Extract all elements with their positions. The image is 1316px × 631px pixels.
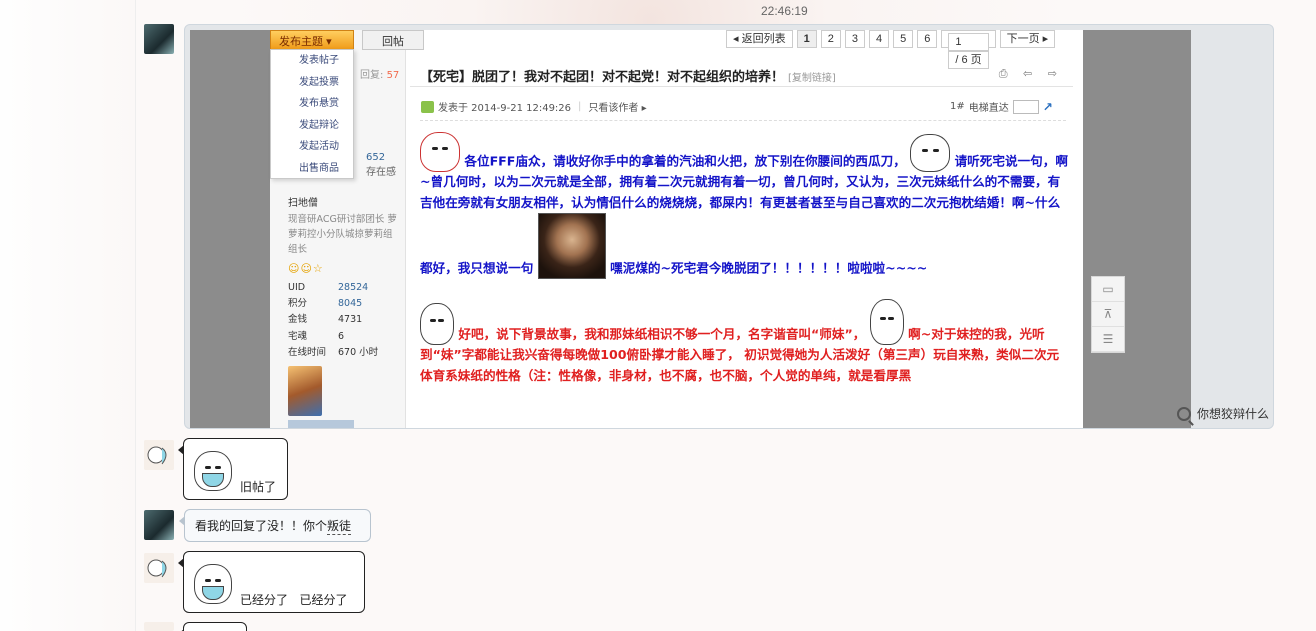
- meme-face-icon: [420, 303, 454, 345]
- message-text: 看我的回复了没！！你个: [195, 519, 328, 533]
- chat-bubble[interactable]: 已经分了 已经分了: [178, 551, 365, 613]
- message-text: 已经分了 已经分了: [240, 593, 348, 607]
- user-info-list: UID 28524 积分 8045 金钱 4731 宅魂 6 在线时间 670 小时: [288, 280, 378, 361]
- list-icon[interactable]: ☰: [1092, 327, 1124, 352]
- chat-bubble[interactable]: [178, 622, 247, 631]
- back-to-list-link[interactable]: ◂ 返回列表: [726, 30, 793, 48]
- user-avatar-image[interactable]: [288, 366, 322, 416]
- chat-bubble[interactable]: 旧帖了: [178, 438, 288, 500]
- user-info-row: UID 28524: [288, 280, 378, 296]
- reply-count: 回复: 57: [360, 70, 400, 81]
- receiver-avatar[interactable]: [144, 440, 174, 470]
- user-info-row: 宅魂 6: [288, 329, 378, 345]
- user-info-row: 积分 8045: [288, 296, 378, 312]
- floor-jump: 1# 电梯直达 ↗: [950, 99, 1053, 114]
- crying-meme-icon: [869, 299, 904, 345]
- menu-item-reward[interactable]: 发布悬赏: [271, 93, 353, 115]
- copy-link[interactable]: [复制链接]: [788, 73, 836, 84]
- menu-item-poll[interactable]: 发起投票: [271, 72, 353, 94]
- chat-bubble[interactable]: 看我的回复了没！！你个 叛徒: [179, 509, 371, 542]
- float-toolbar: ▭ ⊼ ☰: [1091, 276, 1125, 353]
- post-paragraph-1: 各位FFF庙众，请收好你手中的拿着的汽油和火把，放下别在你腰间的西瓜刀， 请听死…: [420, 132, 1070, 279]
- dashed-divider: [420, 120, 1066, 121]
- receiver-avatar[interactable]: [144, 622, 174, 631]
- post-meta: 发表于 2014-9-21 12:49:26 | 只看该作者 ▸: [421, 99, 647, 114]
- user-medal-icons: ☺☺☆: [288, 262, 324, 275]
- publish-dropdown-menu: 发表帖子 发起投票 发布悬赏 发起辩论 发起活动 出售商品: [270, 49, 354, 179]
- pagination: ◂ 返回列表 1 2 3 4 5 6 1 / 6 页 下一页 ▸: [726, 30, 1056, 69]
- post-date: 发表于 2014-9-21 12:49:26: [438, 103, 572, 114]
- menu-item-debate[interactable]: 发起辩论: [271, 115, 353, 137]
- top-icon[interactable]: ⊼: [1092, 302, 1124, 327]
- floor-jump-input[interactable]: [1012, 99, 1039, 114]
- image-message[interactable]: 回复: 57 652 存在感 扫地僧 现音研ACG研讨部团长 萝萝莉控小分队城掠…: [184, 24, 1274, 429]
- username[interactable]: 扫地僧: [288, 194, 318, 209]
- message-timestamp: 22:46:19: [761, 4, 808, 18]
- post-paragraph-2: 好吧，说下背景故事，我和那妹纸相识不够一个月，名字谐音叫“师妹”， 啊~对于妹控…: [420, 299, 1070, 386]
- post-content: 各位FFF庙众，请收好你手中的拿着的汽油和火把，放下别在你腰间的西瓜刀， 请听死…: [420, 130, 1070, 386]
- user-info-key: 在线时间: [288, 346, 327, 358]
- message-text: 旧帖了: [240, 480, 277, 494]
- photo-image: [537, 213, 606, 279]
- page-jump-input[interactable]: 1 / 6 页: [941, 30, 996, 69]
- user-info-key: 积分: [288, 298, 308, 310]
- user-info-row: 金钱 4731: [288, 312, 378, 328]
- floor-number: 1#: [950, 101, 965, 112]
- forum-page: 回复: 57 652 存在感 扫地僧 现音研ACG研讨部团长 萝萝莉控小分队城掠…: [270, 30, 1083, 428]
- menu-item-activity[interactable]: 发起活动: [271, 136, 353, 158]
- user-title: 现音研ACG研讨部团长 萝萝莉控小分队城掠萝莉组组长: [288, 214, 397, 255]
- user-badge: [288, 420, 354, 428]
- underlined-word: 叛徒: [327, 518, 352, 535]
- zoom-icon[interactable]: [1176, 406, 1191, 421]
- user-info-value[interactable]: 28524: [338, 280, 368, 296]
- page-link-4[interactable]: 4: [868, 30, 890, 48]
- floor-jump-label: 电梯直达: [968, 103, 1009, 114]
- user-info-value: 4731: [338, 314, 363, 326]
- crying-meme-icon: [910, 134, 951, 172]
- user-info-row: 在线时间 670 小时: [288, 345, 378, 361]
- publish-topic-button[interactable]: 发布主题 ▾: [270, 30, 354, 50]
- comment-icon[interactable]: ▭: [1092, 277, 1124, 302]
- user-info-key: UID: [288, 282, 306, 293]
- crying-sticker-icon: [188, 449, 238, 495]
- crying-sticker-icon: [188, 562, 238, 608]
- page-link-5[interactable]: 5: [893, 30, 914, 48]
- menu-item-post[interactable]: 发表帖子: [271, 50, 353, 72]
- user-info-key: 金钱: [288, 314, 308, 326]
- page-link-2[interactable]: 2: [820, 30, 841, 48]
- online-status-icon: [421, 100, 434, 113]
- go-icon[interactable]: ↗: [1043, 100, 1053, 114]
- menu-item-sell[interactable]: 出售商品: [271, 158, 353, 180]
- user-info-key: 宅魂: [288, 330, 308, 342]
- user-info-value: 6: [338, 330, 345, 342]
- chevron-down-icon: ▾: [326, 36, 332, 48]
- sender-avatar[interactable]: [144, 24, 174, 54]
- thread-title: 【死宅】脱团了！我对不起团！对不起党！对不起组织的培养！ [复制链接]: [420, 70, 836, 85]
- reply-button[interactable]: 回帖: [362, 30, 424, 50]
- sender-avatar[interactable]: [144, 510, 174, 540]
- image-caption: 你想狡辩什么: [1176, 405, 1269, 422]
- divider: [410, 86, 1073, 87]
- page-link-1[interactable]: 1: [796, 30, 817, 48]
- meme-face-icon: [420, 132, 460, 172]
- print-nav-icons[interactable]: ⎙ ⇦ ⇨: [999, 67, 1063, 81]
- next-page-link[interactable]: 下一页 ▸: [999, 30, 1056, 48]
- only-author-link[interactable]: 只看该作者 ▸: [588, 99, 646, 114]
- user-info-value[interactable]: 8045: [338, 296, 362, 312]
- page-link-6[interactable]: 6: [917, 30, 938, 48]
- page-link-3[interactable]: 3: [844, 30, 865, 48]
- user-info-value: 670 小时: [338, 346, 379, 358]
- user-stats: 652 存在感: [366, 152, 396, 178]
- receiver-avatar[interactable]: [144, 553, 174, 583]
